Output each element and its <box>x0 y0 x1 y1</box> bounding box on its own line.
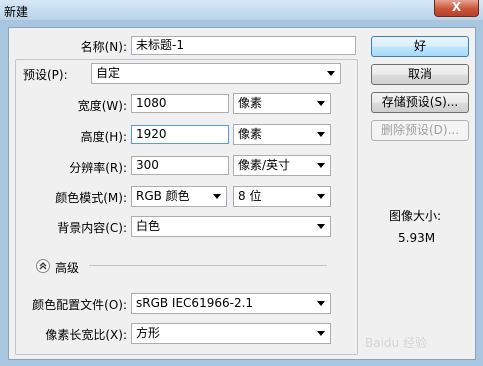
resolution-unit-dropdown[interactable]: 像素/英寸 <box>233 155 331 176</box>
chevron-down-icon <box>317 101 325 106</box>
width-unit-dropdown[interactable]: 像素 <box>233 93 331 114</box>
background-dropdown[interactable]: 白色 <box>131 216 331 237</box>
color-mode-label: 颜色模式(M): <box>55 191 127 205</box>
cancel-button[interactable]: 取消 <box>371 64 469 85</box>
image-size-label: 图像大小: <box>389 209 442 223</box>
chevron-down-icon <box>317 163 325 168</box>
chevron-down-icon <box>317 132 325 137</box>
save-preset-button[interactable]: 存储预设(S)... <box>371 92 469 113</box>
bit-depth-value: 8 位 <box>238 189 262 203</box>
name-field[interactable]: 未标题-1 <box>131 36 356 55</box>
height-unit-value: 像素 <box>238 127 263 141</box>
resolution-unit-value: 像素/英寸 <box>238 158 291 172</box>
width-label: 宽度(W): <box>77 99 127 113</box>
chevron-down-icon <box>317 301 325 306</box>
width-field[interactable]: 1080 <box>131 94 229 113</box>
ok-button[interactable]: 好 <box>371 36 469 57</box>
name-label: 名称(N): <box>80 40 127 54</box>
chevron-down-icon <box>327 71 335 76</box>
watermark: Baidu 经验 <box>365 336 427 350</box>
pixel-aspect-label: 像素长宽比(X): <box>45 328 127 342</box>
pixel-aspect-dropdown[interactable]: 方形 <box>131 323 331 344</box>
background-label: 背景内容(C): <box>57 221 127 235</box>
height-unit-dropdown[interactable]: 像素 <box>233 124 331 145</box>
color-profile-dropdown[interactable]: sRGB IEC61966-2.1 <box>131 293 331 314</box>
height-label: 高度(H): <box>80 130 127 144</box>
window-title: 新建 <box>4 5 29 19</box>
color-mode-dropdown[interactable]: RGB 颜色 <box>131 186 227 207</box>
dialog-body: 名称(N): 未标题-1 预设(P): 自定 宽度(W): 1080 像素 高度… <box>8 27 476 360</box>
color-mode-value: RGB 颜色 <box>136 189 190 203</box>
preset-dropdown[interactable]: 自定 <box>91 63 341 84</box>
chevron-down-icon <box>317 331 325 336</box>
preset-label: 预设(P): <box>21 66 95 83</box>
background-value: 白色 <box>136 219 161 233</box>
title-bar: 新建 X <box>0 0 483 20</box>
advanced-divider <box>89 265 327 266</box>
chevron-down-icon <box>317 224 325 229</box>
close-button[interactable]: X <box>434 0 479 17</box>
resolution-label: 分辨率(R): <box>69 161 127 175</box>
pixel-aspect-value: 方形 <box>136 326 161 340</box>
image-size-value: 5.93M <box>398 231 436 245</box>
resolution-field[interactable]: 300 <box>131 156 229 175</box>
collapse-advanced-icon[interactable] <box>36 259 50 273</box>
width-unit-value: 像素 <box>238 96 263 110</box>
height-field[interactable]: 1920 <box>131 125 229 144</box>
delete-preset-button: 删除预设(D)... <box>371 120 469 141</box>
color-profile-value: sRGB IEC61966-2.1 <box>136 296 254 310</box>
color-profile-label: 颜色配置文件(O): <box>32 298 127 312</box>
preset-value: 自定 <box>96 66 121 80</box>
chevron-down-icon <box>213 194 221 199</box>
chevron-down-icon <box>317 194 325 199</box>
bit-depth-dropdown[interactable]: 8 位 <box>233 186 331 207</box>
advanced-label: 高级 <box>55 261 80 275</box>
